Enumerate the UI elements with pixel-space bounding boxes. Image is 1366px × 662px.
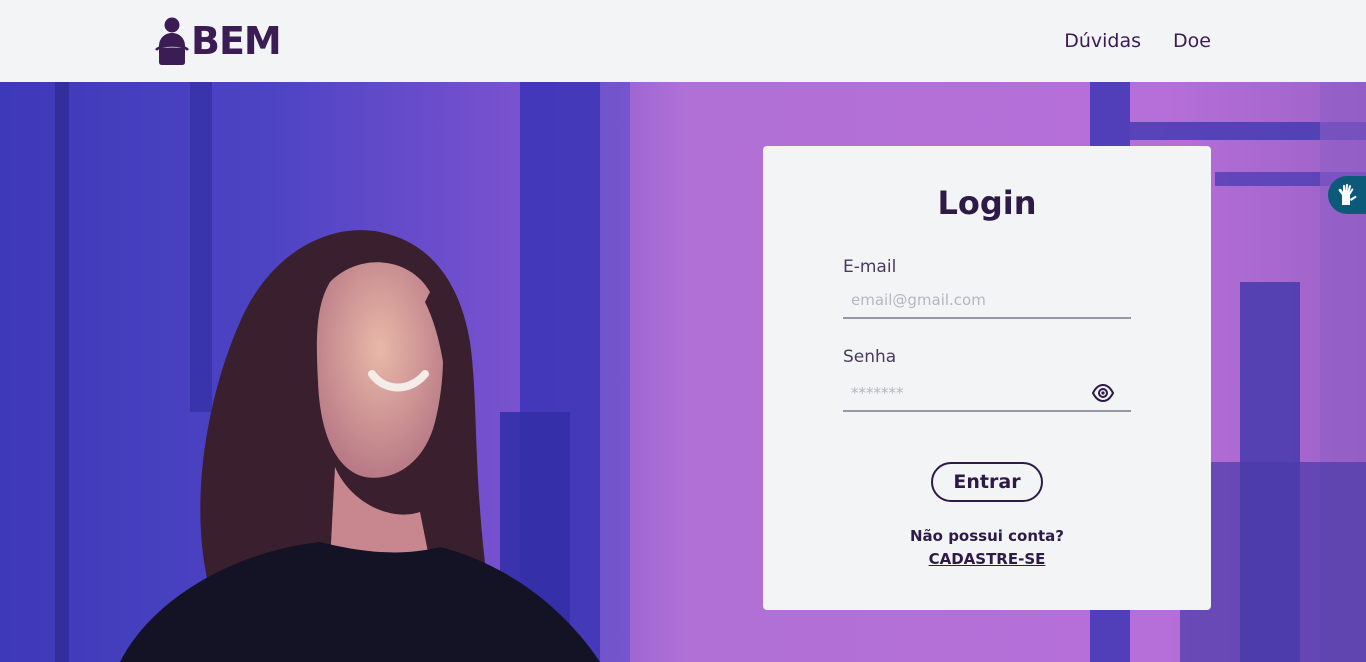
password-field-wrapper [843,376,1131,412]
brand-logo[interactable]: BEM [155,15,285,67]
nav-link-doe[interactable]: Doe [1173,29,1211,53]
login-submit-button[interactable]: Entrar [931,462,1043,502]
eye-icon[interactable] [1091,382,1115,404]
no-account-text: Não possui conta? [909,527,1064,545]
email-field-wrapper [843,283,1131,319]
password-field[interactable] [843,376,1131,410]
nav-link-duvidas[interactable]: Dúvidas [1064,29,1141,53]
sign-language-icon [1338,183,1357,205]
password-label: Senha [843,347,897,367]
navbar: BEM Dúvidas Doe [0,0,1366,82]
brand-logo-icon [155,17,189,65]
signup-link[interactable]: CADASTRE-SE [763,549,1211,569]
accessibility-widget-button[interactable] [1328,176,1366,214]
top-nav: Dúvidas Doe [1064,29,1211,53]
login-title: Login [937,184,1037,222]
email-field[interactable] [843,283,1131,317]
email-label: E-mail [843,257,897,277]
brand-name: BEM [191,19,282,63]
